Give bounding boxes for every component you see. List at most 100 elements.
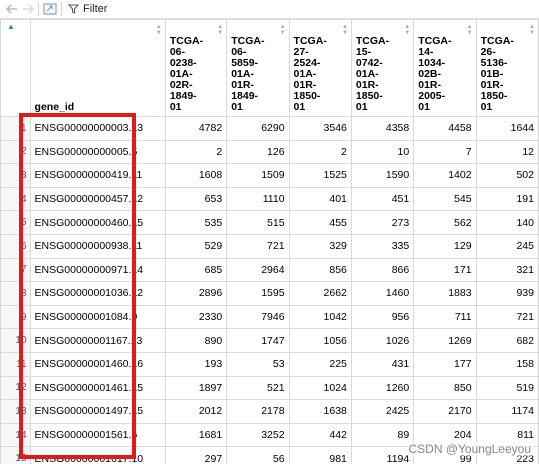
count-cell[interactable]: 1174: [475, 399, 539, 424]
count-cell[interactable]: 1644: [475, 116, 539, 141]
count-cell[interactable]: 1897: [164, 375, 228, 401]
count-cell[interactable]: 529: [164, 233, 228, 259]
count-cell[interactable]: 1056: [288, 328, 352, 353]
data-grid[interactable]: ▲ gene_id ▲ ▼ TCGA- 06- 0238- 01A- 02R- 18…: [0, 19, 539, 464]
gene-id-cell[interactable]: ENSG00000001036.12: [29, 281, 166, 306]
count-cell[interactable]: 321: [475, 257, 539, 283]
count-cell[interactable]: 2425: [350, 399, 415, 424]
count-cell[interactable]: 451: [350, 186, 415, 212]
gene-id-cell[interactable]: ENSG00000001497.15: [29, 399, 166, 424]
count-cell[interactable]: 1402: [413, 163, 477, 188]
count-cell[interactable]: 1026: [350, 328, 415, 353]
table-row[interactable]: 12 ENSG00000001461.15 1897 521 1024 1260 850 51…: [0, 375, 539, 401]
count-cell[interactable]: 6290: [226, 116, 290, 141]
count-cell[interactable]: 685: [164, 257, 228, 283]
count-cell[interactable]: 53: [226, 351, 290, 377]
count-cell[interactable]: 7946: [226, 304, 290, 330]
count-cell[interactable]: 1747: [226, 328, 290, 353]
gene-id-cell[interactable]: ENSG00000000419.11: [29, 163, 166, 188]
table-row[interactable]: 9 ENSG00000001084.9 2330 7946 1042 956 711 721: [0, 304, 539, 330]
count-cell[interactable]: 519: [475, 375, 539, 401]
gene-id-cell[interactable]: ENSG00000000938.11: [29, 233, 166, 259]
count-cell[interactable]: 4782: [164, 116, 228, 141]
gene-id-cell[interactable]: ENSG00000001167.13: [29, 328, 166, 353]
column-header-sample[interactable]: TCGA- 06- 0238- 01A- 02R- 1849- 01 ▲ ▼: [164, 19, 228, 117]
row-number-header[interactable]: ▲: [0, 19, 31, 117]
table-row[interactable]: 5 ENSG00000000460.15 535 515 455 273 562 140: [0, 210, 539, 235]
count-cell[interactable]: 721: [475, 304, 539, 330]
count-cell[interactable]: 2896: [164, 281, 228, 306]
count-cell[interactable]: 193: [164, 351, 228, 377]
forward-arrow-icon[interactable]: [22, 1, 34, 17]
table-row[interactable]: 2 ENSG00000000005.5 2 126 2 10 7 12: [0, 139, 539, 165]
count-cell[interactable]: 866: [350, 257, 415, 283]
count-cell[interactable]: 191: [475, 186, 539, 212]
filter-button[interactable]: Filter: [68, 3, 107, 15]
gene-id-cell[interactable]: ENSG00000001084.9: [29, 304, 166, 330]
count-cell[interactable]: 981: [288, 446, 352, 464]
count-cell[interactable]: 455: [288, 210, 352, 235]
count-cell[interactable]: 442: [288, 422, 352, 448]
count-cell[interactable]: 329: [288, 233, 352, 259]
table-row[interactable]: 8 ENSG00000001036.12 2896 1595 2662 1460 1883 9…: [0, 281, 539, 306]
gene-id-cell[interactable]: ENSG00000001461.15: [29, 375, 166, 401]
table-row[interactable]: 11 ENSG00000001460.16 193 53 225 431 177 158: [0, 351, 539, 377]
count-cell[interactable]: 850: [413, 375, 477, 401]
gene-id-cell[interactable]: ENSG00000001561.6: [29, 422, 166, 448]
table-row[interactable]: 7 ENSG00000000971.14 685 2964 856 866 171 321: [0, 257, 539, 283]
count-cell[interactable]: 502: [475, 163, 539, 188]
count-cell[interactable]: 3546: [288, 116, 352, 141]
count-cell[interactable]: 2964: [226, 257, 290, 283]
count-cell[interactable]: 177: [413, 351, 477, 377]
gene-id-cell[interactable]: ENSG00000000003.13: [29, 116, 166, 141]
count-cell[interactable]: 129: [413, 233, 477, 259]
count-cell[interactable]: 515: [226, 210, 290, 235]
count-cell[interactable]: 2170: [413, 399, 477, 424]
count-cell[interactable]: 273: [350, 210, 415, 235]
gene-id-cell[interactable]: ENSG00000000460.15: [29, 210, 166, 235]
count-cell[interactable]: 12: [475, 139, 539, 165]
count-cell[interactable]: 2012: [164, 399, 228, 424]
gene-id-cell[interactable]: ENSG00000000005.5: [29, 139, 166, 165]
count-cell[interactable]: 245: [475, 233, 539, 259]
count-cell[interactable]: 1269: [413, 328, 477, 353]
count-cell[interactable]: 956: [350, 304, 415, 330]
column-header-sample[interactable]: TCGA- 14- 1034- 02B- 01R- 2005- 01 ▲ ▼: [413, 19, 477, 117]
count-cell[interactable]: 890: [164, 328, 228, 353]
count-cell[interactable]: 1024: [288, 375, 352, 401]
count-cell[interactable]: 939: [475, 281, 539, 306]
count-cell[interactable]: 545: [413, 186, 477, 212]
count-cell[interactable]: 1042: [288, 304, 352, 330]
count-cell[interactable]: 56: [226, 446, 290, 464]
column-header-sample[interactable]: TCGA- 26- 5136- 01B- 01R- 1850- 01 ▲ ▼: [475, 19, 539, 117]
gene-id-cell[interactable]: ENSG00000000457.12: [29, 186, 166, 212]
count-cell[interactable]: 1681: [164, 422, 228, 448]
count-cell[interactable]: 140: [475, 210, 539, 235]
count-cell[interactable]: 1608: [164, 163, 228, 188]
column-header-sample[interactable]: TCGA- 15- 0742- 01A- 01R- 1850- 01 ▲ ▼: [350, 19, 415, 117]
count-cell[interactable]: 856: [288, 257, 352, 283]
count-cell[interactable]: 4458: [413, 116, 477, 141]
table-row[interactable]: 3 ENSG00000000419.11 1608 1509 1525 1590 1402 5…: [0, 163, 539, 188]
count-cell[interactable]: 1525: [288, 163, 352, 188]
gene-id-cell[interactable]: ENSG00000001460.16: [29, 351, 166, 377]
gene-id-cell[interactable]: ENSG00000000971.14: [29, 257, 166, 283]
count-cell[interactable]: 1883: [413, 281, 477, 306]
column-header-gene-id[interactable]: gene_id ▲ ▼: [29, 19, 166, 117]
count-cell[interactable]: 225: [288, 351, 352, 377]
count-cell[interactable]: 158: [475, 351, 539, 377]
count-cell[interactable]: 562: [413, 210, 477, 235]
table-row[interactable]: 4 ENSG00000000457.12 653 1110 401 451 545 191: [0, 186, 539, 212]
count-cell[interactable]: 2: [288, 139, 352, 165]
table-row[interactable]: 13 ENSG00000001497.15 2012 2178 1638 2425 2170…: [0, 399, 539, 424]
count-cell[interactable]: 2178: [226, 399, 290, 424]
count-cell[interactable]: 521: [226, 375, 290, 401]
count-cell[interactable]: 711: [413, 304, 477, 330]
count-cell[interactable]: 1509: [226, 163, 290, 188]
table-row[interactable]: 6 ENSG00000000938.11 529 721 329 335 129 245: [0, 233, 539, 259]
count-cell[interactable]: 721: [226, 233, 290, 259]
show-in-window-icon[interactable]: [43, 1, 57, 17]
count-cell[interactable]: 2330: [164, 304, 228, 330]
count-cell[interactable]: 335: [350, 233, 415, 259]
count-cell[interactable]: 431: [350, 351, 415, 377]
